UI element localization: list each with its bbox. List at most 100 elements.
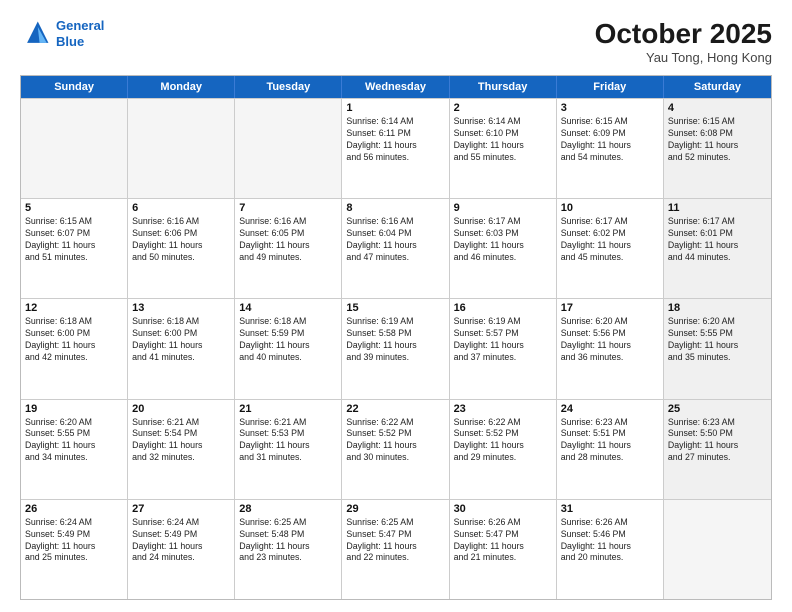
title-block: October 2025 Yau Tong, Hong Kong	[595, 18, 772, 65]
cell-text: Sunrise: 6:25 AM Sunset: 5:47 PM Dayligh…	[346, 517, 444, 565]
calendar-cell: 21 Sunrise: 6:21 AM Sunset: 5:53 PM Dayli…	[235, 400, 342, 499]
cell-text: Sunrise: 6:16 AM Sunset: 6:05 PM Dayligh…	[239, 216, 337, 264]
weekday-header: Tuesday	[235, 76, 342, 98]
cell-text: Sunrise: 6:18 AM Sunset: 6:00 PM Dayligh…	[25, 316, 123, 364]
day-number: 24	[561, 403, 659, 415]
calendar-row: 1 Sunrise: 6:14 AM Sunset: 6:11 PM Daylig…	[21, 98, 771, 198]
cell-text: Sunrise: 6:22 AM Sunset: 5:52 PM Dayligh…	[346, 417, 444, 465]
day-number: 14	[239, 302, 337, 314]
calendar-cell	[235, 99, 342, 198]
day-number: 29	[346, 503, 444, 515]
calendar-cell: 27Sunrise: 6:24 AM Sunset: 5:49 PM Dayli…	[128, 500, 235, 599]
calendar-cell: 10Sunrise: 6:17 AM Sunset: 6:02 PM Dayli…	[557, 199, 664, 298]
calendar-cell	[128, 99, 235, 198]
calendar-cell: 17Sunrise: 6:20 AM Sunset: 5:56 PM Dayli…	[557, 299, 664, 398]
cell-text: Sunrise: 6:24 AM Sunset: 5:49 PM Dayligh…	[132, 517, 230, 565]
calendar-cell: 18 Sunrise: 6:20 AM Sunset: 5:55 PM Dayli…	[664, 299, 771, 398]
calendar-cell: 28Sunrise: 6:25 AM Sunset: 5:48 PM Dayli…	[235, 500, 342, 599]
logo: General Blue	[20, 18, 104, 50]
weekday-header: Sunday	[21, 76, 128, 98]
calendar-cell: 23Sunrise: 6:22 AM Sunset: 5:52 PM Dayli…	[450, 400, 557, 499]
day-number: 2	[454, 102, 552, 114]
cell-text: Sunrise: 6:17 AM Sunset: 6:02 PM Dayligh…	[561, 216, 659, 264]
day-number: 9	[454, 202, 552, 214]
cell-text: Sunrise: 6:21 AM Sunset: 5:53 PM Dayligh…	[239, 417, 337, 465]
cell-text: Sunrise: 6:15 AM Sunset: 6:09 PM Dayligh…	[561, 116, 659, 164]
calendar-cell: 16Sunrise: 6:19 AM Sunset: 5:57 PM Dayli…	[450, 299, 557, 398]
calendar-cell: 8 Sunrise: 6:16 AM Sunset: 6:04 PM Daylig…	[342, 199, 449, 298]
day-number: 5	[25, 202, 123, 214]
cell-text: Sunrise: 6:21 AM Sunset: 5:54 PM Dayligh…	[132, 417, 230, 465]
logo-icon	[20, 18, 52, 50]
cell-text: Sunrise: 6:23 AM Sunset: 5:50 PM Dayligh…	[668, 417, 767, 465]
calendar: SundayMondayTuesdayWednesdayThursdayFrid…	[20, 75, 772, 600]
cell-text: Sunrise: 6:14 AM Sunset: 6:10 PM Dayligh…	[454, 116, 552, 164]
cell-text: Sunrise: 6:14 AM Sunset: 6:11 PM Dayligh…	[346, 116, 444, 164]
calendar-cell: 11 Sunrise: 6:17 AM Sunset: 6:01 PM Dayli…	[664, 199, 771, 298]
day-number: 15	[346, 302, 444, 314]
calendar-cell: 19 Sunrise: 6:20 AM Sunset: 5:55 PM Dayli…	[21, 400, 128, 499]
page: General Blue October 2025 Yau Tong, Hong…	[0, 0, 792, 612]
calendar-cell	[21, 99, 128, 198]
cell-text: Sunrise: 6:15 AM Sunset: 6:07 PM Dayligh…	[25, 216, 123, 264]
calendar-cell: 24 Sunrise: 6:23 AM Sunset: 5:51 PM Dayli…	[557, 400, 664, 499]
cell-text: Sunrise: 6:18 AM Sunset: 5:59 PM Dayligh…	[239, 316, 337, 364]
cell-text: Sunrise: 6:20 AM Sunset: 5:55 PM Dayligh…	[668, 316, 767, 364]
cell-text: Sunrise: 6:22 AM Sunset: 5:52 PM Dayligh…	[454, 417, 552, 465]
header: General Blue October 2025 Yau Tong, Hong…	[20, 18, 772, 65]
calendar-cell: 26 Sunrise: 6:24 AM Sunset: 5:49 PM Dayli…	[21, 500, 128, 599]
calendar-cell: 22 Sunrise: 6:22 AM Sunset: 5:52 PM Dayli…	[342, 400, 449, 499]
calendar-cell: 25 Sunrise: 6:23 AM Sunset: 5:50 PM Dayli…	[664, 400, 771, 499]
calendar-cell: 29 Sunrise: 6:25 AM Sunset: 5:47 PM Dayli…	[342, 500, 449, 599]
day-number: 4	[668, 102, 767, 114]
day-number: 12	[25, 302, 123, 314]
day-number: 28	[239, 503, 337, 515]
day-number: 7	[239, 202, 337, 214]
cell-text: Sunrise: 6:17 AM Sunset: 6:03 PM Dayligh…	[454, 216, 552, 264]
day-number: 30	[454, 503, 552, 515]
calendar-cell: 6 Sunrise: 6:16 AM Sunset: 6:06 PM Daylig…	[128, 199, 235, 298]
day-number: 25	[668, 403, 767, 415]
cell-text: Sunrise: 6:20 AM Sunset: 5:55 PM Dayligh…	[25, 417, 123, 465]
calendar-cell: 15 Sunrise: 6:19 AM Sunset: 5:58 PM Dayli…	[342, 299, 449, 398]
day-number: 1	[346, 102, 444, 114]
day-number: 18	[668, 302, 767, 314]
weekday-header: Wednesday	[342, 76, 449, 98]
weekday-header: Saturday	[664, 76, 771, 98]
weekday-header: Thursday	[450, 76, 557, 98]
calendar-row: 5 Sunrise: 6:15 AM Sunset: 6:07 PM Daylig…	[21, 198, 771, 298]
cell-text: Sunrise: 6:24 AM Sunset: 5:49 PM Dayligh…	[25, 517, 123, 565]
day-number: 6	[132, 202, 230, 214]
day-number: 21	[239, 403, 337, 415]
calendar-cell: 12 Sunrise: 6:18 AM Sunset: 6:00 PM Dayli…	[21, 299, 128, 398]
weekday-header: Friday	[557, 76, 664, 98]
day-number: 19	[25, 403, 123, 415]
calendar-cell: 2 Sunrise: 6:14 AM Sunset: 6:10 PM Daylig…	[450, 99, 557, 198]
day-number: 3	[561, 102, 659, 114]
day-number: 17	[561, 302, 659, 314]
calendar-cell: 13Sunrise: 6:18 AM Sunset: 6:00 PM Dayli…	[128, 299, 235, 398]
calendar-row: 26 Sunrise: 6:24 AM Sunset: 5:49 PM Dayli…	[21, 499, 771, 599]
logo-text: General Blue	[56, 18, 104, 49]
day-number: 16	[454, 302, 552, 314]
calendar-cell: 5 Sunrise: 6:15 AM Sunset: 6:07 PM Daylig…	[21, 199, 128, 298]
day-number: 31	[561, 503, 659, 515]
cell-text: Sunrise: 6:26 AM Sunset: 5:47 PM Dayligh…	[454, 517, 552, 565]
cell-text: Sunrise: 6:16 AM Sunset: 6:06 PM Dayligh…	[132, 216, 230, 264]
calendar-cell: 14 Sunrise: 6:18 AM Sunset: 5:59 PM Dayli…	[235, 299, 342, 398]
cell-text: Sunrise: 6:19 AM Sunset: 5:58 PM Dayligh…	[346, 316, 444, 364]
cell-text: Sunrise: 6:26 AM Sunset: 5:46 PM Dayligh…	[561, 517, 659, 565]
cell-text: Sunrise: 6:15 AM Sunset: 6:08 PM Dayligh…	[668, 116, 767, 164]
cell-text: Sunrise: 6:16 AM Sunset: 6:04 PM Dayligh…	[346, 216, 444, 264]
cell-text: Sunrise: 6:23 AM Sunset: 5:51 PM Dayligh…	[561, 417, 659, 465]
calendar-cell: 9 Sunrise: 6:17 AM Sunset: 6:03 PM Daylig…	[450, 199, 557, 298]
calendar-cell: 1 Sunrise: 6:14 AM Sunset: 6:11 PM Daylig…	[342, 99, 449, 198]
cell-text: Sunrise: 6:17 AM Sunset: 6:01 PM Dayligh…	[668, 216, 767, 264]
day-number: 11	[668, 202, 767, 214]
calendar-row: 12 Sunrise: 6:18 AM Sunset: 6:00 PM Dayli…	[21, 298, 771, 398]
calendar-cell	[664, 500, 771, 599]
day-number: 26	[25, 503, 123, 515]
day-number: 8	[346, 202, 444, 214]
day-number: 22	[346, 403, 444, 415]
day-number: 13	[132, 302, 230, 314]
